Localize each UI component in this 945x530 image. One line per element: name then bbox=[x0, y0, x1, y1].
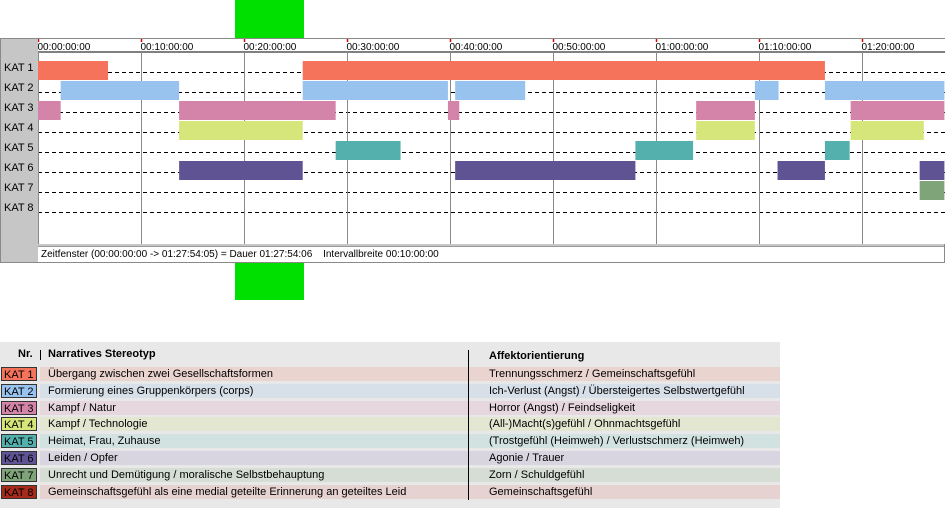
legend-stereotyp: Leiden / Opfer bbox=[48, 452, 118, 464]
segment-kat-7[interactable] bbox=[919, 181, 945, 200]
segment-kat-3[interactable] bbox=[696, 101, 755, 120]
timeline-plot[interactable]: 00:00:00:00 00:10:00:00 00:20:00:00 00:30:0… bbox=[38, 39, 945, 244]
segment-kat-3[interactable] bbox=[850, 101, 945, 120]
status-bar: Zeitfenster (00:00:00:00 -> 01:27:54:05)… bbox=[38, 246, 944, 262]
legend-row: KAT 7 Unrecht und Demütigung / moralische… bbox=[0, 467, 780, 483]
legend-swatch: KAT 4 bbox=[1, 417, 37, 432]
segment-kat-5[interactable] bbox=[335, 141, 401, 160]
tick-label: 00:50:00:00 bbox=[553, 42, 606, 53]
row-label-3: KAT 3 bbox=[4, 102, 34, 114]
segment-kat-5[interactable] bbox=[635, 141, 694, 160]
legend-row-band bbox=[40, 400, 780, 415]
legend-table: Nr. Narratives Stereotyp Affektorientier… bbox=[0, 342, 780, 508]
legend-swatch: KAT 7 bbox=[1, 467, 37, 482]
green-marker-top bbox=[235, 0, 304, 38]
segment-kat-6[interactable] bbox=[455, 161, 636, 180]
segment-kat-2[interactable] bbox=[824, 81, 945, 100]
timeline-svg: 00:00:00:00 00:10:00:00 00:20:00:00 00:30:0… bbox=[38, 39, 945, 244]
legend-row: KAT 8 Gemeinschaftsgefühl als eine medial… bbox=[0, 484, 780, 500]
row-labels: KAT 1 KAT 2 KAT 3 KAT 4 KAT 5 KAT 6 KAT 7 KAT 8 bbox=[1, 39, 38, 262]
status-interval: Intervallbreite 00:10:00:00 bbox=[323, 249, 439, 260]
legend-swatch: KAT 3 bbox=[1, 400, 37, 415]
legend-affekt: (All-)Macht(s)gefühl / Ohnmachtsgefühl bbox=[489, 418, 681, 431]
legend-row: KAT 3 Kampf / Natur Horror (Angst) / Feind… bbox=[0, 400, 780, 416]
legend-affekt: (Trostgefühl (Heimweh) / Verlustschmerz … bbox=[489, 435, 745, 448]
legend-stereotyp: Kampf / Natur bbox=[48, 401, 116, 414]
tick-label: 00:30:00:00 bbox=[347, 42, 400, 53]
tick-label: 01:00:00:00 bbox=[656, 42, 709, 53]
legend-affekt: Gemeinschaftsgefühl bbox=[489, 485, 593, 498]
row-label-7: KAT 7 bbox=[4, 182, 34, 194]
segment-kat-2[interactable] bbox=[754, 81, 779, 100]
legend-stereotyp: Kampf / Technologie bbox=[48, 418, 148, 431]
segment-kat-4[interactable] bbox=[696, 121, 755, 140]
legend-row: KAT 5 Heimat, Frau, Zuhause (Trostgefühl (… bbox=[0, 433, 780, 449]
tick-label: 00:20:00:00 bbox=[244, 42, 297, 53]
legend-stereotyp: Unrecht und Demütigung / moralische Selb… bbox=[48, 468, 325, 481]
legend-swatch: KAT 8 bbox=[1, 484, 37, 499]
legend-affekt: Ich-Verlust (Angst) / Übersteigertes Sel… bbox=[489, 384, 745, 397]
row-label-1: KAT 1 bbox=[4, 62, 34, 74]
row-label-8: KAT 8 bbox=[4, 202, 34, 214]
segment-kat-4[interactable] bbox=[179, 121, 303, 140]
status-window: Zeitfenster (00:00:00:00 -> 01:27:54:05)… bbox=[41, 249, 313, 260]
segment-kat-5[interactable] bbox=[824, 141, 850, 160]
legend-affekt: Agonie / Trauer bbox=[489, 452, 565, 464]
legend-row: KAT 1 Übergang zwischen zwei Gesellschaft… bbox=[0, 366, 780, 382]
segment-kat-1[interactable] bbox=[38, 61, 109, 80]
row-label-4: KAT 4 bbox=[4, 122, 34, 134]
segment-kat-3[interactable] bbox=[447, 101, 460, 120]
segment-kat-2[interactable] bbox=[455, 81, 526, 100]
segment-kat-3[interactable] bbox=[38, 101, 61, 120]
legend-stereotyp: Heimat, Frau, Zuhause bbox=[48, 435, 161, 448]
segment-kat-2[interactable] bbox=[60, 81, 180, 100]
tick-label: 00:10:00:00 bbox=[141, 42, 194, 53]
legend-swatch: KAT 2 bbox=[1, 383, 37, 398]
segment-kat-1[interactable] bbox=[302, 61, 825, 80]
legend-stereotyp: Gemeinschaftsgefühl als eine medial gete… bbox=[48, 485, 407, 498]
legend-swatch: KAT 5 bbox=[1, 434, 37, 449]
segment-kat-6[interactable] bbox=[777, 161, 825, 180]
row-label-6: KAT 6 bbox=[4, 162, 34, 174]
legend-affekt: Trennungsschmerz / Gemeinschaftsgefühl bbox=[489, 368, 696, 380]
legend-affekt: Horror (Angst) / Feindseligkeit bbox=[489, 401, 636, 414]
legend-header-nr: Nr. bbox=[18, 348, 33, 360]
legend-header-stereotyp: Narratives Stereotyp bbox=[48, 348, 156, 360]
segment-kat-6[interactable] bbox=[919, 161, 945, 180]
timeline-panel: KAT 1 KAT 2 KAT 3 KAT 4 KAT 5 KAT 6 KAT 7 KAT 8… bbox=[0, 38, 945, 263]
legend-swatch: KAT 6 bbox=[1, 451, 37, 465]
tick-label: 00:40:00:00 bbox=[450, 42, 503, 53]
segment-kat-3[interactable] bbox=[179, 101, 336, 120]
legend-row: KAT 4 Kampf / Technologie (All-)Macht(s)ge… bbox=[0, 416, 780, 432]
legend-affekt: Zorn / Schuldgefühl bbox=[489, 468, 585, 481]
legend-row: KAT 2 Formierung eines Gruppenkörpers (co… bbox=[0, 383, 780, 399]
row-label-5: KAT 5 bbox=[4, 142, 34, 154]
tick-label: 00:00:00:00 bbox=[38, 42, 91, 53]
green-marker-bottom bbox=[235, 263, 304, 300]
segment-kat-6[interactable] bbox=[179, 161, 303, 180]
segment-kat-4[interactable] bbox=[850, 121, 924, 140]
tick-label: 01:20:00:00 bbox=[862, 42, 915, 53]
legend-stereotyp: Übergang zwischen zwei Gesellschaftsform… bbox=[48, 368, 273, 380]
legend-swatch: KAT 1 bbox=[1, 367, 37, 381]
legend-column-divider bbox=[468, 350, 469, 500]
tick-label: 01:10:00:00 bbox=[759, 42, 812, 53]
segment-kat-2[interactable] bbox=[302, 81, 448, 100]
legend-header-affekt: Affektorientierung bbox=[489, 350, 585, 362]
legend-row: KAT 6 Leiden / Opfer Agonie / Trauer bbox=[0, 450, 780, 466]
legend-row-band bbox=[40, 451, 780, 465]
legend-stereotyp: Formierung eines Gruppenkörpers (corps) bbox=[48, 384, 254, 397]
row-label-2: KAT 2 bbox=[4, 82, 34, 94]
legend-header-divider bbox=[40, 350, 41, 360]
